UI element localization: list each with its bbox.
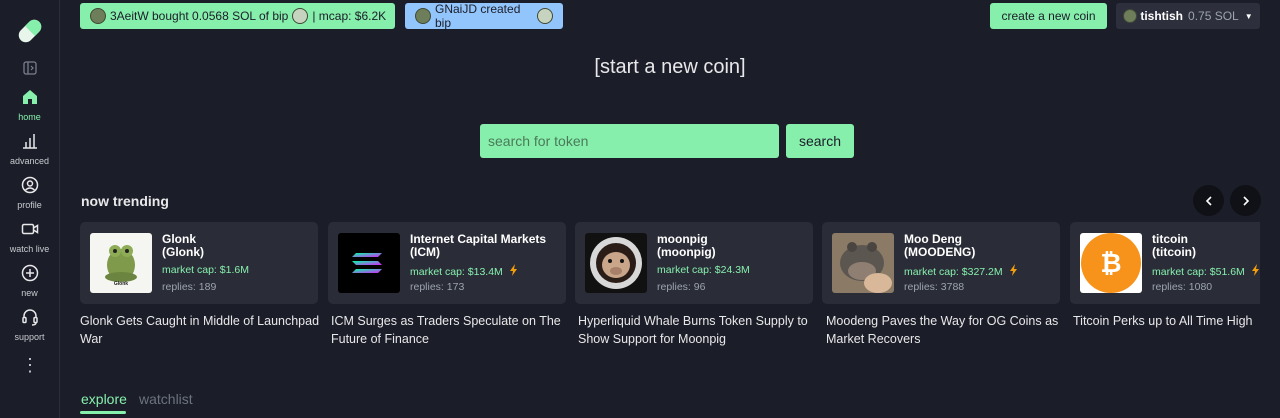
trending-card-moo-deng[interactable]: Moo Deng (MOODENG) market cap: $327.2M re… xyxy=(822,222,1060,304)
tab-explore[interactable]: explore xyxy=(81,391,127,407)
trade-ticker-pill[interactable]: 3AeitW bought 0.0568 SOL of bip | mcap: … xyxy=(80,3,395,29)
trending-carousel: Glonk Glonk (Glonk) market cap: $1.6M rep… xyxy=(80,222,1260,362)
trending-headline[interactable]: Glonk Gets Caught in Middle of Launchpad… xyxy=(80,312,320,348)
chevron-down-icon: ▼ xyxy=(1244,11,1253,21)
sidebar-item-support[interactable]: support xyxy=(0,308,60,342)
solana-logo-icon xyxy=(352,253,382,273)
search-input[interactable] xyxy=(480,124,779,158)
market-cap: market cap: $13.4M xyxy=(410,264,518,279)
sidebar-item-home[interactable]: home xyxy=(0,88,60,122)
trending-heading: now trending xyxy=(81,193,169,209)
market-cap: market cap: $51.6M xyxy=(1152,264,1260,279)
account-menu-button[interactable]: tishtish 0.75 SOL ▼ xyxy=(1116,3,1260,29)
carousel-prev-button[interactable] xyxy=(1193,185,1224,216)
lightning-icon xyxy=(1251,264,1260,279)
market-cap: market cap: $1.6M xyxy=(162,264,249,276)
thumb-caption: Glonk xyxy=(113,281,129,287)
balance: 0.75 SOL xyxy=(1188,9,1239,23)
sidebar-item-label: watch live xyxy=(9,244,50,254)
lightning-icon xyxy=(509,264,518,279)
create-ticker-pill[interactable]: GNaiJD created bip xyxy=(405,2,563,30)
trending-card-moonpig[interactable]: moonpig (moonpig) market cap: $24.3M repl… xyxy=(575,222,813,304)
bar-chart-icon xyxy=(22,134,37,149)
glonk-thumbnail: Glonk xyxy=(90,233,152,293)
chevron-left-icon xyxy=(1205,195,1212,206)
trending-headline[interactable]: Titcoin Perks up to All Time High xyxy=(1073,312,1260,330)
icm-thumbnail xyxy=(338,233,400,293)
carousel-next-button[interactable] xyxy=(1230,185,1261,216)
sidebar-item-label: advanced xyxy=(9,156,50,166)
reply-count: replies: 189 xyxy=(162,281,217,293)
trending-card-titcoin[interactable]: ₿ titcoin (titcoin) market cap: $51.6M re… xyxy=(1070,222,1260,304)
trade-text: 3AeitW bought 0.0568 SOL of bip xyxy=(110,9,289,23)
coin-name: Glonk (Glonk) xyxy=(162,232,204,259)
account-avatar xyxy=(1123,9,1138,23)
trade-mcap: | mcap: $6.2K xyxy=(312,9,387,23)
coin-avatar xyxy=(537,8,553,24)
username: tishtish xyxy=(1140,9,1184,23)
coin-name: Internet Capital Markets (ICM) xyxy=(410,232,547,259)
chevron-right-icon xyxy=(1242,195,1249,206)
sidebar-item-label: profile xyxy=(17,200,42,210)
astronaut-pig-image-icon xyxy=(590,237,642,289)
headset-icon xyxy=(21,309,38,326)
coin-name: Moo Deng (MOODENG) xyxy=(904,232,976,259)
trending-headline[interactable]: ICM Surges as Traders Speculate on The F… xyxy=(331,312,571,348)
more-menu-icon[interactable]: ⋮ xyxy=(21,356,39,374)
sidebar-item-new[interactable]: new xyxy=(0,264,60,298)
reply-count: replies: 3788 xyxy=(904,281,965,293)
sidebar-item-profile[interactable]: profile xyxy=(0,176,60,210)
market-cap: market cap: $24.3M xyxy=(657,264,750,276)
sidebar-item-label: home xyxy=(18,112,41,122)
active-tab-indicator xyxy=(80,411,126,414)
titcoin-logo-icon: ₿ xyxy=(1081,233,1141,293)
sidebar-item-label: new xyxy=(21,288,38,298)
coin-name: titcoin (titcoin) xyxy=(1152,232,1196,259)
create-coin-button[interactable]: create a new coin xyxy=(990,3,1107,29)
coin-avatar xyxy=(292,8,309,24)
titcoin-thumbnail: ₿ xyxy=(1080,233,1142,293)
plus-circle-icon xyxy=(21,264,38,282)
create-text: GNaiJD created bip xyxy=(435,2,521,30)
sidebar-item-advanced[interactable]: advanced xyxy=(0,132,60,166)
trending-card-glonk[interactable]: Glonk Glonk (Glonk) market cap: $1.6M rep… xyxy=(80,222,318,304)
sidebar-item-watch-live[interactable]: watch live xyxy=(0,220,60,254)
coin-name: moonpig (moonpig) xyxy=(657,232,716,259)
tab-watchlist[interactable]: watchlist xyxy=(139,391,193,407)
trending-headline[interactable]: Hyperliquid Whale Burns Token Supply to … xyxy=(578,312,818,348)
moonpig-thumbnail xyxy=(585,233,647,293)
reply-count: replies: 173 xyxy=(410,281,465,293)
user-avatar xyxy=(415,8,431,24)
trending-headline[interactable]: Moodeng Paves the Way for OG Coins as Ma… xyxy=(826,312,1066,348)
user-circle-icon xyxy=(21,176,38,194)
reply-count: replies: 96 xyxy=(657,281,706,293)
hippo-image-icon xyxy=(840,242,892,293)
search-button[interactable]: search xyxy=(786,124,854,158)
user-avatar xyxy=(90,8,106,24)
lightning-icon xyxy=(1009,264,1018,279)
video-icon xyxy=(21,223,38,235)
sidebar-item-label: support xyxy=(14,332,45,342)
reply-count: replies: 1080 xyxy=(1152,281,1213,293)
moo-deng-thumbnail xyxy=(832,233,894,293)
trending-card-icm[interactable]: Internet Capital Markets (ICM) market cap… xyxy=(328,222,566,304)
pill-logo-icon[interactable] xyxy=(13,14,47,48)
market-cap: market cap: $327.2M xyxy=(904,264,1018,279)
home-icon xyxy=(22,90,37,104)
svg-text:₿: ₿ xyxy=(1100,249,1121,279)
start-new-coin-link[interactable]: [start a new coin] xyxy=(0,56,1280,79)
